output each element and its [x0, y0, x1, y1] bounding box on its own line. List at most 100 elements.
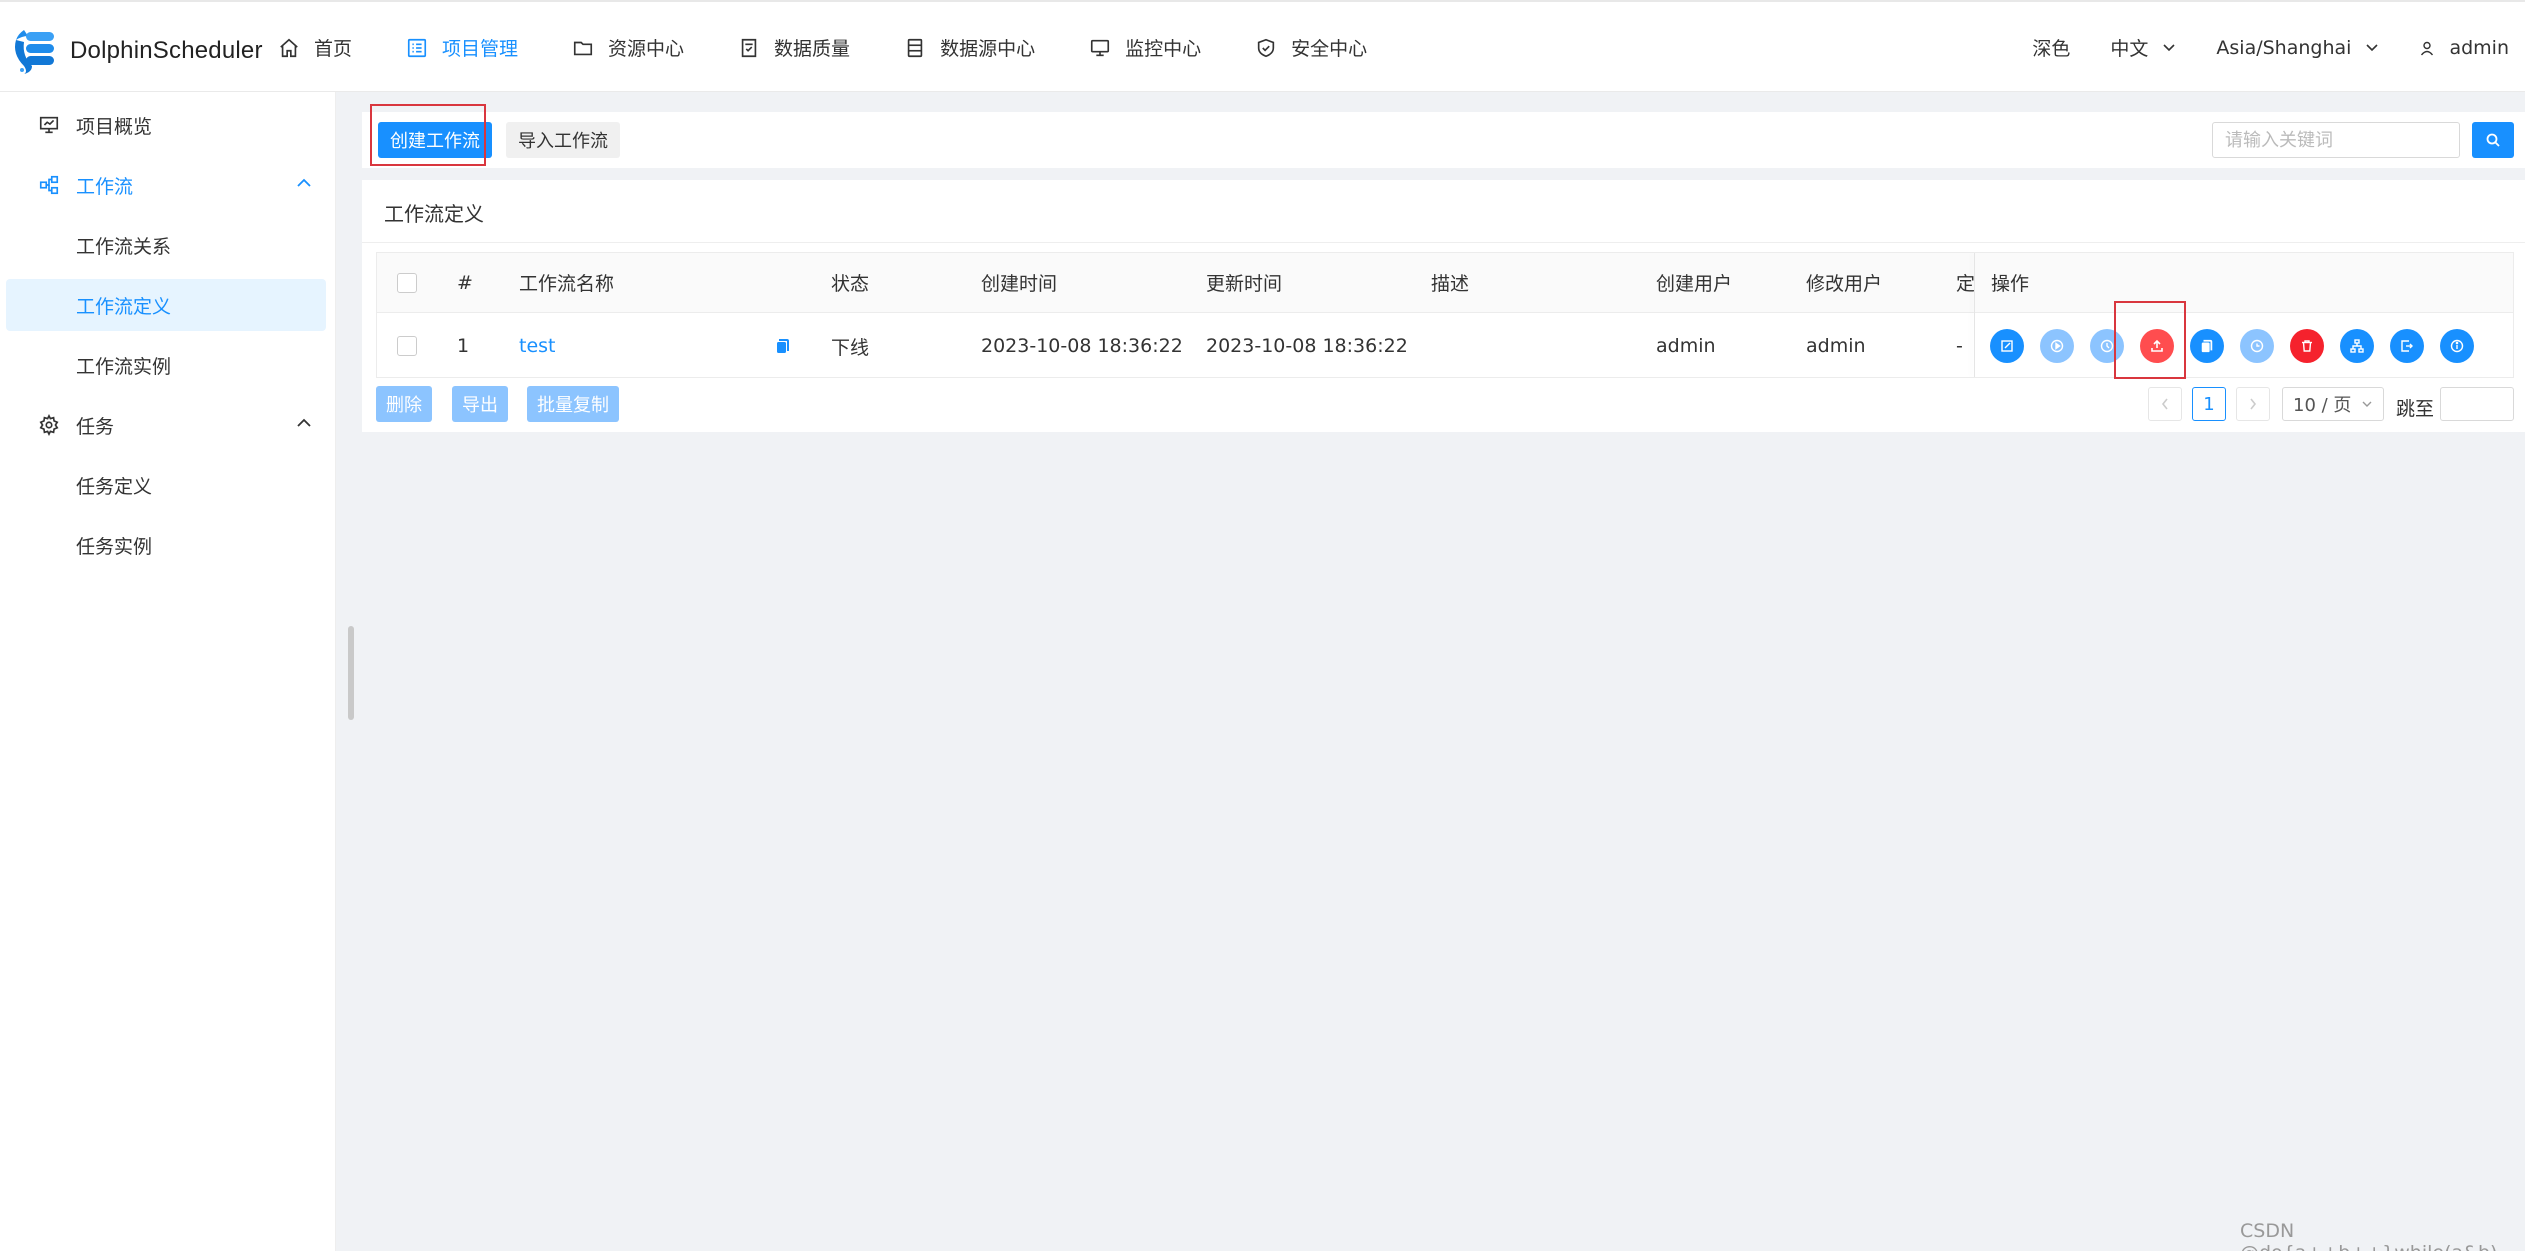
highlight-box [370, 104, 486, 166]
select-all-checkbox[interactable] [397, 272, 417, 293]
sidebar-item-label: 任务 [76, 415, 115, 438]
page-title: 工作流定义 [384, 202, 484, 226]
delete-button[interactable] [2290, 329, 2324, 363]
sidebar-resize-handle[interactable] [348, 626, 354, 720]
workflow-definition-card: 工作流定义 # 工作流名称 状态 创建时间 更新时间 描述 创建用户 修改用户 … [362, 180, 2525, 432]
nav-project-management[interactable]: 项目管理 [406, 34, 518, 61]
sidebar-item-task-instance[interactable]: 任务实例 [6, 519, 326, 571]
pagination-page[interactable]: 1 [2192, 387, 2226, 421]
row-updated-time: 2023-10-08 18:36:22 [1206, 335, 1408, 357]
column-header-description: 描述 [1431, 273, 1470, 295]
chevron-down-icon [2362, 401, 2372, 407]
user-icon [2421, 41, 2434, 55]
chevron-down-icon [2163, 43, 2175, 51]
column-header-operation: 操作 [1991, 273, 2030, 295]
row-modifier: admin [1806, 335, 1866, 357]
chevron-up-icon [297, 418, 311, 427]
dolphin-logo-icon [10, 26, 66, 76]
sidebar-item-label: 任务实例 [76, 535, 153, 558]
version-info-button[interactable] [2440, 329, 2474, 363]
language-label: 中文 [2110, 38, 2149, 60]
batch-copy-button[interactable]: 批量复制 [527, 386, 619, 422]
nav-security-center-label: 安全中心 [1291, 38, 1368, 60]
sidebar-item-task-definition[interactable]: 任务定义 [6, 459, 326, 511]
copy-icon [2201, 339, 2213, 353]
search-input[interactable] [2212, 122, 2460, 158]
export-button[interactable] [2390, 329, 2424, 363]
nav-security-center[interactable]: 安全中心 [1255, 34, 1367, 61]
pagination-next[interactable] [2236, 387, 2270, 421]
search-icon [2486, 133, 2500, 147]
home-icon [280, 38, 298, 57]
nav-data-quality[interactable]: 数据质量 [738, 34, 850, 61]
theme-label: 深色 [2032, 38, 2071, 60]
nav-home[interactable]: 首页 [278, 34, 352, 61]
monitor-icon [1091, 39, 1110, 56]
watermark: CSDN @do{a++b++}while(a&b) [2240, 1220, 2497, 1251]
timezone-select[interactable]: Asia/Shanghai [2216, 37, 2379, 59]
timezone-label: Asia/Shanghai [2216, 36, 2352, 59]
top-nav: 首页 项目管理 资源中心 数据质量 数据源中心 监控中心 安全中心 [278, 34, 1421, 61]
column-header-created: 创建时间 [981, 273, 1058, 295]
nav-datasource-center[interactable]: 数据源中心 [904, 34, 1035, 61]
batch-export-button[interactable]: 导出 [452, 386, 508, 422]
nav-resource-center-label: 资源中心 [608, 38, 685, 60]
page-size-select[interactable]: 10 / 页 [2282, 387, 2384, 421]
run-button[interactable] [2040, 329, 2074, 363]
pagination-prev[interactable] [2148, 387, 2182, 421]
nav-home-label: 首页 [314, 38, 353, 60]
column-header-creator: 创建用户 [1656, 273, 1733, 295]
sidebar-item-workflow-definition[interactable]: 工作流定义 [6, 279, 326, 331]
tree-view-button[interactable] [2340, 329, 2374, 363]
jump-input[interactable] [2440, 387, 2514, 421]
copy-name-button[interactable] [775, 314, 791, 378]
sidebar-item-workflow-instance[interactable]: 工作流实例 [6, 339, 326, 391]
header-right: 深色 中文 Asia/Shanghai admin [1992, 34, 2509, 61]
search-button[interactable] [2472, 122, 2514, 158]
chevron-down-icon [2366, 43, 2379, 51]
project-list-icon [407, 38, 427, 57]
select-all-cell [397, 253, 417, 312]
workflow-name-link[interactable]: test [519, 314, 556, 378]
app-name: DolphinScheduler [70, 37, 263, 64]
sidebar-item-task[interactable]: 任务 [6, 399, 326, 451]
workflow-table: # 工作流名称 状态 创建时间 更新时间 描述 创建用户 修改用户 定 操作 1… [376, 252, 2514, 378]
sidebar-item-label: 工作流关系 [76, 235, 172, 258]
database-icon [907, 38, 923, 57]
tree-icon [2350, 339, 2364, 353]
nav-resource-center[interactable]: 资源中心 [572, 34, 684, 61]
edit-button[interactable] [1990, 329, 2024, 363]
presentation-icon [39, 116, 59, 134]
folder-icon [573, 41, 593, 55]
column-header-index: # [457, 271, 473, 294]
language-select[interactable]: 中文 [2110, 34, 2176, 61]
column-header-updated: 更新时间 [1206, 273, 1283, 295]
table-row: 1 test 下线 2023-10-08 18:36:22 2023-10-08… [377, 314, 2513, 378]
nav-datasource-center-label: 数据源中心 [940, 38, 1036, 60]
timing-manage-button[interactable] [2240, 329, 2274, 363]
table-header: # 工作流名称 状态 创建时间 更新时间 描述 创建用户 修改用户 定 操作 [377, 253, 2513, 313]
nav-monitor-center-label: 监控中心 [1125, 38, 1202, 60]
app-logo[interactable]: DolphinScheduler [10, 26, 263, 76]
sidebar-item-label: 工作流实例 [76, 355, 172, 378]
column-header-timing: 定 [1956, 273, 1976, 295]
play-icon [2050, 339, 2064, 353]
shield-icon [1257, 38, 1275, 57]
edit-icon [2001, 340, 2013, 352]
sidebar-item-workflow-relation[interactable]: 工作流关系 [6, 219, 326, 271]
copy-workflow-button[interactable] [2190, 329, 2224, 363]
user-menu[interactable]: admin [2419, 37, 2509, 59]
sidebar-item-project-overview[interactable]: 项目概览 [6, 99, 326, 151]
copy-icon [777, 339, 789, 353]
jump-label: 跳至 [2396, 398, 2435, 420]
theme-toggle[interactable]: 深色 [2032, 34, 2070, 61]
data-quality-icon [741, 38, 757, 57]
toolbar-card: 创建工作流 导入工作流 [362, 104, 2525, 168]
sidebar-item-workflow[interactable]: 工作流 [6, 159, 326, 211]
row-checkbox[interactable] [397, 336, 417, 356]
import-workflow-button[interactable]: 导入工作流 [506, 122, 620, 158]
fixed-column-separator [1974, 253, 1975, 377]
sidebar-item-label: 项目概览 [76, 115, 153, 138]
nav-monitor-center[interactable]: 监控中心 [1089, 34, 1201, 61]
batch-delete-button[interactable]: 删除 [376, 386, 432, 422]
